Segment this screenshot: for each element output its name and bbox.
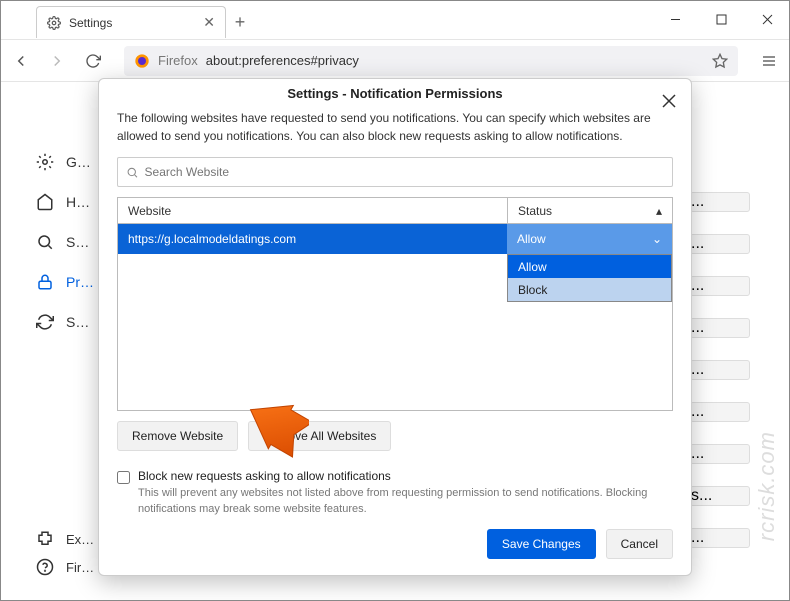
- sidebar-item-label: Sync: [66, 314, 96, 330]
- url-bar[interactable]: Firefox about:preferences#privacy: [124, 46, 738, 76]
- gear-icon: [47, 16, 61, 30]
- sort-arrow-icon: ▴: [656, 204, 662, 218]
- dialog-close-button[interactable]: [659, 91, 679, 111]
- dropdown-option-block[interactable]: Block: [508, 278, 671, 301]
- puzzle-icon: [36, 530, 54, 548]
- maximize-button[interactable]: [698, 0, 744, 39]
- url-identity-label: Firefox: [158, 53, 198, 68]
- dropdown-option-allow[interactable]: Allow: [508, 255, 671, 278]
- block-new-requests-checkbox[interactable]: [117, 471, 130, 484]
- minimize-button[interactable]: [652, 0, 698, 39]
- tab-title: Settings: [69, 16, 195, 30]
- cancel-button[interactable]: Cancel: [606, 529, 673, 559]
- block-new-requests-description: This will prevent any websites not liste…: [138, 486, 673, 517]
- search-input[interactable]: [145, 165, 664, 179]
- browser-toolbar: Firefox about:preferences#privacy: [0, 40, 790, 82]
- background-settings-buttons: ... ... ... ... ... ... ... s... ...: [690, 192, 750, 570]
- bg-button: ...: [690, 402, 750, 422]
- sidebar-item-support[interactable]: Firefox Support: [36, 553, 96, 581]
- sidebar-item-label: Firefox Support: [66, 560, 96, 575]
- help-icon: [36, 558, 54, 576]
- bg-button: ...: [690, 444, 750, 464]
- sidebar-item-label: General: [66, 154, 96, 170]
- search-icon: [126, 166, 139, 179]
- block-new-requests-label: Block new requests asking to allow notif…: [138, 469, 673, 483]
- dialog-header: Settings - Notification Permissions: [99, 79, 691, 107]
- sync-icon: [36, 313, 54, 331]
- notification-permissions-dialog: Settings - Notification Permissions The …: [98, 78, 692, 576]
- sidebar-item-extensions[interactable]: Extensions & Themes: [36, 525, 96, 553]
- forward-button[interactable]: [46, 50, 68, 72]
- websites-table: Website Status ▴ https://g.localmodeldat…: [117, 197, 673, 411]
- sidebar-item-label: Extensions & Themes: [66, 532, 96, 547]
- hamburger-menu-button[interactable]: [758, 50, 780, 72]
- dialog-footer: Save Changes Cancel: [99, 517, 691, 575]
- bookmark-star-icon[interactable]: [712, 53, 728, 69]
- save-changes-button[interactable]: Save Changes: [487, 529, 596, 559]
- dialog-description: The following websites have requested to…: [117, 109, 673, 145]
- bg-button: ...: [690, 192, 750, 212]
- status-dropdown-button[interactable]: Allow ⌄: [507, 224, 672, 254]
- table-row[interactable]: https://g.localmodeldatings.com Allow ⌄: [118, 224, 672, 254]
- gear-icon: [36, 153, 54, 171]
- chevron-down-icon: ⌄: [652, 232, 662, 246]
- tab-close-icon[interactable]: ✕: [203, 14, 215, 31]
- sidebar-item-label: Home: [66, 194, 96, 210]
- firefox-icon: [134, 53, 150, 69]
- dialog-title: Settings - Notification Permissions: [287, 86, 502, 101]
- back-button[interactable]: [10, 50, 32, 72]
- website-url: https://g.localmodeldatings.com: [118, 232, 507, 246]
- new-tab-button[interactable]: +: [226, 6, 254, 39]
- table-header: Website Status ▴: [118, 198, 672, 224]
- window-controls: [652, 0, 790, 39]
- browser-tab[interactable]: Settings ✕: [36, 6, 226, 38]
- bg-button: ...: [690, 360, 750, 380]
- close-window-button[interactable]: [744, 0, 790, 39]
- status-dropdown-menu: Allow Block: [507, 254, 672, 302]
- remove-website-button[interactable]: Remove Website: [117, 421, 238, 451]
- reload-button[interactable]: [82, 50, 104, 72]
- lock-icon: [36, 273, 54, 291]
- bg-button: s...: [690, 486, 750, 506]
- bg-button: ...: [690, 234, 750, 254]
- sidebar-item-label: Search: [66, 234, 96, 250]
- search-icon: [36, 233, 54, 251]
- window-titlebar: Settings ✕ +: [0, 0, 790, 40]
- bg-button: ...: [690, 528, 750, 548]
- search-website-field[interactable]: [117, 157, 673, 187]
- home-icon: [36, 193, 54, 211]
- sidebar-item-label: Privacy & Security: [66, 274, 96, 290]
- bg-button: ...: [690, 276, 750, 296]
- column-website[interactable]: Website: [118, 198, 507, 223]
- bg-button: ...: [690, 318, 750, 338]
- remove-all-websites-button[interactable]: Remove All Websites: [248, 421, 391, 451]
- column-status[interactable]: Status ▴: [507, 198, 672, 223]
- url-text: about:preferences#privacy: [206, 53, 359, 68]
